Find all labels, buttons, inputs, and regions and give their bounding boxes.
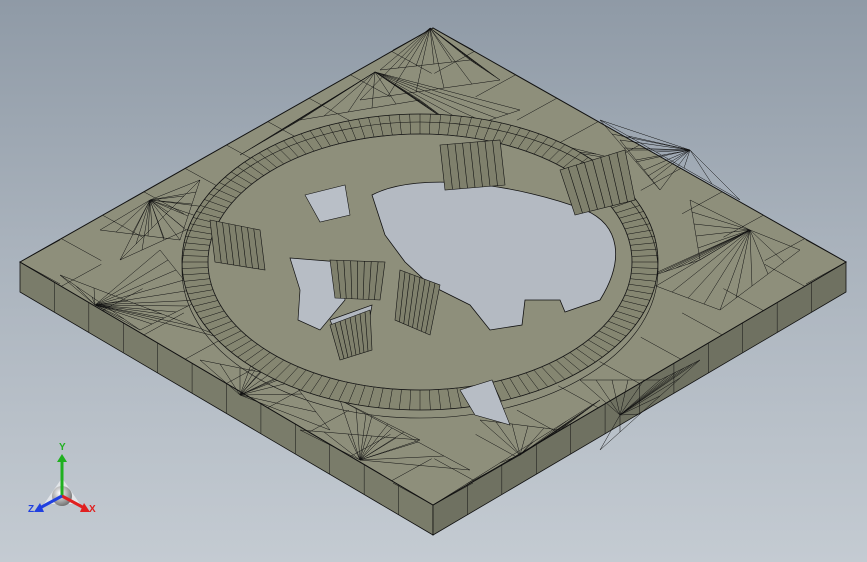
x-axis-label: X <box>89 504 96 515</box>
z-axis-label: Z <box>28 504 35 515</box>
graphics-viewport[interactable]: Y X Z <box>0 0 867 562</box>
view-orientation-triad[interactable]: Y X Z <box>22 442 102 526</box>
y-axis-label: Y <box>59 442 66 453</box>
mesh-plate-model[interactable] <box>0 0 867 562</box>
